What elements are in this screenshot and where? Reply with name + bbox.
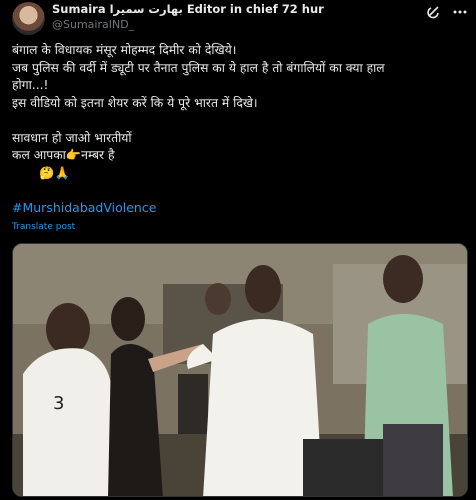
avatar[interactable] — [12, 2, 45, 35]
post-text-line: सावधान हो जाओ भारतीयों — [12, 130, 132, 145]
post-text-line: 🤔🙏 — [12, 165, 70, 180]
post-text-line: इस वीडियो को इतना शेयर करें कि ये पूरे भ… — [12, 95, 258, 110]
post-text-line: होगा...! — [12, 78, 49, 92]
author-display-name[interactable]: Sumaira بھارت سمیرا Editor in chief 72 h… — [52, 2, 324, 16]
author-handle[interactable]: @SumairaIND_ — [52, 18, 134, 31]
author-name-row: Sumaira بھارت سمیرا Editor in chief 72 h… — [52, 2, 324, 16]
video-frame: 3 — [13, 244, 467, 496]
video-thumbnail[interactable]: 3 — [12, 243, 468, 497]
more-icon[interactable] — [452, 4, 468, 20]
post-text-line: कल आपका👉नम्बर है — [12, 148, 115, 162]
svg-text:3: 3 — [53, 393, 64, 414]
post-text-line: जब पुलिस की वर्दी में ड्यूटी पर तैनात पु… — [12, 60, 385, 75]
hashtag-link[interactable]: #MurshidabadViolence — [12, 200, 156, 215]
post-card: Sumaira بھارت سمیرا Editor in chief 72 h… — [0, 0, 476, 500]
post-text-line: बंगाल के विधायक मंसूर मोहम्मद दिमीर को द… — [12, 43, 237, 57]
translate-post-link[interactable]: Translate post — [12, 222, 75, 232]
grok-icon[interactable] — [426, 4, 442, 20]
post-header: Sumaira بھارت سمیرا Editor in chief 72 h… — [12, 2, 472, 38]
post-text: बंगाल के विधायक मंसूर मोहम्मद दिमीर को द… — [12, 42, 468, 182]
post-text-line — [12, 112, 468, 130]
